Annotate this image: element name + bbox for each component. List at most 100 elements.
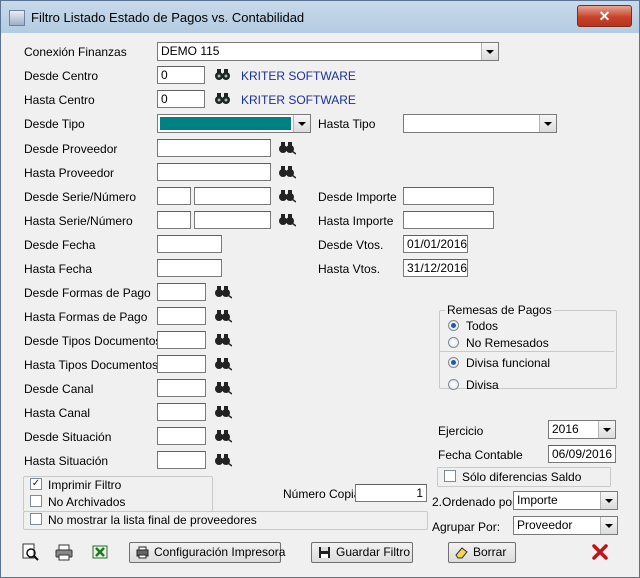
guardar-filtro-label: Guardar Filtro (336, 545, 411, 559)
desde-importe-input[interactable] (403, 187, 494, 205)
desde-tipo-label: Desde Tipo (24, 117, 85, 131)
conexion-select[interactable]: DEMO 115 (157, 42, 499, 61)
desde-centro-input[interactable]: 0 (157, 66, 205, 84)
app-icon (9, 10, 25, 26)
hasta-centro-input[interactable]: 0 (157, 90, 205, 108)
ejercicio-label: Ejercicio (438, 424, 484, 438)
binoculars-icon[interactable] (214, 92, 232, 106)
desde-tipo-select[interactable] (157, 114, 311, 133)
printer-settings-icon (136, 546, 149, 559)
close-red-x-icon[interactable] (591, 543, 609, 561)
excel-icon[interactable] (91, 543, 109, 561)
hasta-vtos-input[interactable]: 31/12/2016 (403, 259, 468, 277)
chevron-down-icon[interactable] (539, 115, 556, 132)
chevron-down-icon[interactable] (600, 492, 617, 509)
no-mostrar-checkbox[interactable] (30, 513, 42, 525)
ordenado-label: 2.Ordenado por (432, 495, 517, 509)
guardar-filtro-button[interactable]: Guardar Filtro (311, 542, 413, 563)
filter-window: Filtro Listado Estado de Pagos vs. Conta… (0, 0, 640, 578)
binoculars-icon[interactable] (278, 165, 296, 179)
no-remesados-radio[interactable] (448, 337, 459, 348)
desde-formas-label: Desde Formas de Pago (24, 286, 151, 300)
configuracion-impresora-button[interactable]: Configuración Impresora (129, 542, 285, 563)
todos-radio[interactable] (448, 320, 459, 331)
imprimir-filtro-label: Imprimir Filtro (48, 478, 122, 492)
desde-numero-input[interactable] (194, 187, 271, 205)
desde-formas-input[interactable] (157, 283, 206, 301)
close-window-button[interactable]: ✕ (577, 5, 632, 27)
desde-serie-label: Desde Serie/Número (24, 190, 137, 204)
binoculars-icon[interactable] (214, 381, 232, 395)
no-archivados-label: No Archivados (48, 495, 126, 509)
binoculars-icon[interactable] (278, 189, 296, 203)
hasta-fecha-label: Hasta Fecha (24, 262, 93, 276)
ordenado-value: Importe (517, 493, 558, 507)
ordenado-select[interactable]: Importe (513, 491, 618, 510)
desde-tipos-doc-input[interactable] (157, 331, 206, 349)
desde-centro-label: Desde Centro (24, 69, 99, 83)
binoculars-icon[interactable] (214, 405, 232, 419)
desde-situacion-input[interactable] (157, 427, 206, 445)
binoculars-icon[interactable] (214, 453, 232, 467)
desde-proveedor-input[interactable] (157, 139, 271, 157)
desde-situacion-label: Desde Situación (24, 430, 112, 444)
binoculars-icon[interactable] (214, 68, 232, 82)
desde-fecha-input[interactable] (157, 235, 222, 253)
binoculars-icon[interactable] (214, 309, 232, 323)
hasta-fecha-input[interactable] (157, 259, 222, 277)
numero-copias-input[interactable]: 1 (355, 484, 427, 502)
borrar-label: Borrar (473, 545, 507, 559)
chevron-down-icon[interactable] (600, 517, 617, 534)
divisa-label: Divisa (466, 378, 499, 392)
todos-label: Todos (466, 319, 499, 333)
hasta-tipo-select[interactable] (403, 114, 557, 133)
hasta-centro-name: KRITER SOFTWARE (241, 93, 356, 107)
binoculars-icon[interactable] (278, 141, 296, 155)
hasta-tipos-doc-input[interactable] (157, 355, 206, 373)
hasta-formas-input[interactable] (157, 307, 206, 325)
form-area: Conexión Finanzas DEMO 115 Desde Centro … (7, 35, 633, 571)
desde-tipos-doc-label: Desde Tipos Documentos (24, 334, 162, 348)
configuracion-label: Configuración Impresora (154, 545, 286, 559)
chevron-down-icon[interactable] (481, 43, 498, 60)
binoculars-icon[interactable] (214, 357, 232, 371)
no-archivados-checkbox[interactable] (30, 495, 42, 507)
hasta-centro-label: Hasta Centro (24, 93, 95, 107)
binoculars-icon[interactable] (214, 333, 232, 347)
divisa-funcional-radio[interactable] (448, 357, 459, 368)
binoculars-icon[interactable] (214, 285, 232, 299)
desde-canal-input[interactable] (157, 379, 206, 397)
binoculars-icon[interactable] (278, 213, 296, 227)
hasta-proveedor-input[interactable] (157, 163, 271, 181)
desde-vtos-input[interactable]: 01/01/2016 (403, 235, 468, 253)
desde-vtos-label: Desde Vtos. (318, 238, 384, 252)
ejercicio-select[interactable]: 2016 (548, 420, 616, 439)
divisa-radio[interactable] (448, 379, 459, 390)
binoculars-icon[interactable] (214, 429, 232, 443)
hasta-importe-label: Hasta Importe (318, 214, 394, 228)
desde-serie-input[interactable] (157, 187, 191, 205)
imprimir-filtro-checkbox[interactable]: ✓ (30, 478, 42, 490)
hasta-serie-input[interactable] (157, 211, 191, 229)
solo-diferencias-checkbox[interactable] (444, 470, 456, 482)
agrupar-select[interactable]: Proveedor (513, 516, 618, 535)
desde-canal-label: Desde Canal (24, 382, 94, 396)
hasta-canal-input[interactable] (157, 403, 206, 421)
chevron-down-icon[interactable] (598, 421, 615, 438)
hasta-numero-input[interactable] (194, 211, 271, 229)
print-preview-icon[interactable] (21, 543, 39, 561)
agrupar-label: Agrupar Por: (432, 520, 501, 534)
hasta-situacion-label: Hasta Situación (24, 454, 109, 468)
hasta-importe-input[interactable] (403, 211, 494, 229)
printer-icon[interactable] (55, 543, 73, 561)
desde-importe-label: Desde Importe (318, 190, 397, 204)
chevron-down-icon[interactable] (293, 115, 310, 132)
numero-copias-label: Número Copias (283, 487, 367, 501)
borrar-button[interactable]: Borrar (448, 542, 516, 563)
save-icon (319, 547, 330, 558)
conexion-label: Conexión Finanzas (24, 45, 127, 59)
fecha-contable-input[interactable]: 06/09/2016 (548, 445, 616, 463)
hasta-situacion-input[interactable] (157, 451, 206, 469)
conexion-value: DEMO 115 (161, 44, 220, 58)
ejercicio-value: 2016 (552, 422, 579, 436)
